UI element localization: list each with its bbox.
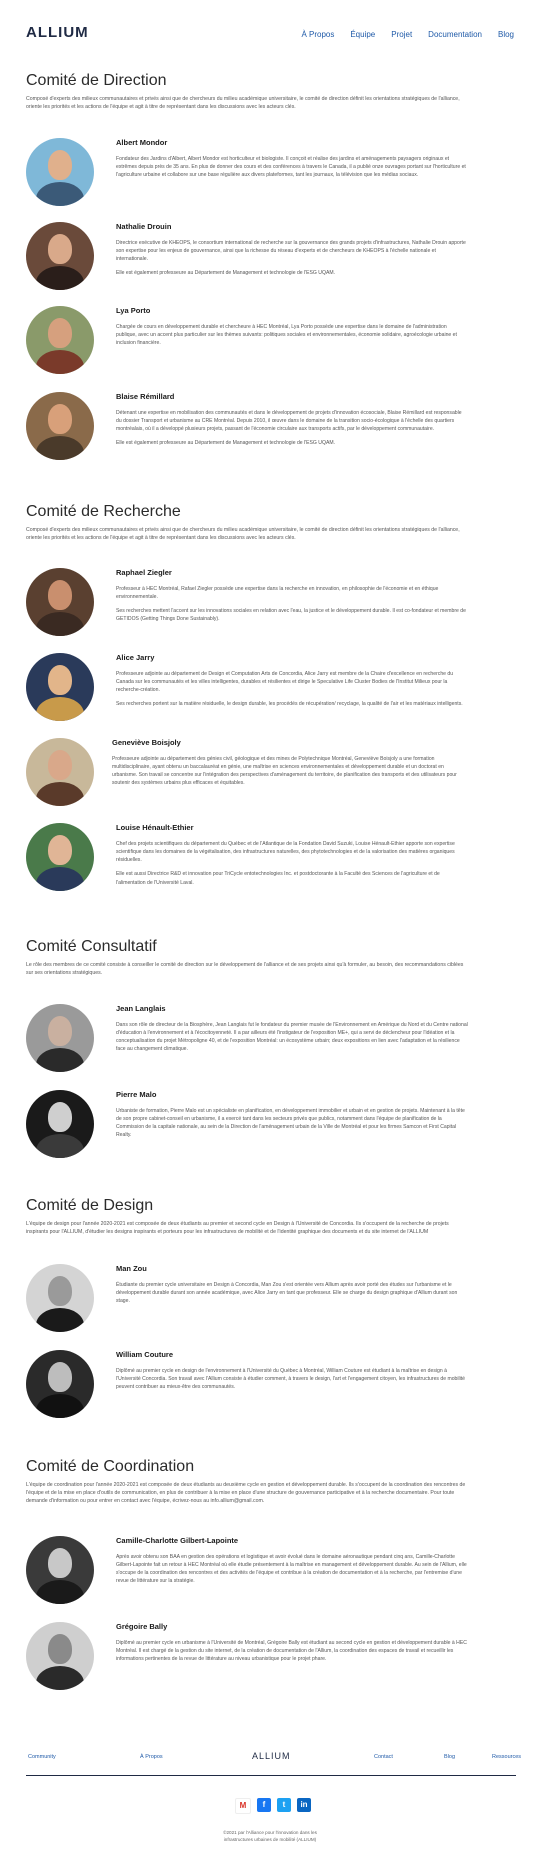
member-name: Grégoire Bally xyxy=(116,1622,168,1631)
member-name: Jean Langlais xyxy=(116,1004,166,1013)
main-nav: À Propos Équipe Projet Documentation Blo… xyxy=(301,30,514,39)
member-bio: Chef des projets scientifiques du départ… xyxy=(116,841,455,864)
linkedin-icon[interactable]: in xyxy=(297,1798,311,1812)
member-bio: Elle est également professeure au Départ… xyxy=(116,270,335,277)
twitter-icon[interactable]: t xyxy=(277,1798,291,1812)
footer-link-community[interactable]: Community xyxy=(28,1754,56,1760)
section-intro: L'équipe de design pour l'année 2020-202… xyxy=(26,1221,449,1236)
section-intro: Le rôle des membres de ce comité consist… xyxy=(26,962,464,977)
section-intro: Composé d'experts des milieux communauta… xyxy=(26,96,460,111)
member-name: Camille-Charlotte Gilbert-Lapointe xyxy=(116,1536,239,1545)
member-bio: Étudiante du premier cycle universitaire… xyxy=(116,1282,458,1305)
nav-a-propos[interactable]: À Propos xyxy=(301,30,334,39)
coordination-section: Comité de Coordination L'équipe de coord… xyxy=(26,1458,466,1505)
member-photo xyxy=(26,138,94,206)
nav-blog[interactable]: Blog xyxy=(498,30,514,39)
member-photo xyxy=(26,1090,94,1158)
consultatif-section: Comité Consultatif Le rôle des membres d… xyxy=(26,938,466,977)
section-title: Comité de Coordination xyxy=(26,1458,195,1475)
member-photo xyxy=(26,392,94,460)
footer-link-ressources[interactable]: Ressources xyxy=(492,1754,521,1760)
footer-link-contact[interactable]: Contact xyxy=(374,1754,393,1760)
section-intro: L'équipe de coordination pour l'année 20… xyxy=(26,1482,466,1505)
member-bio: Chargée de cours en développement durabl… xyxy=(116,324,457,347)
gmail-icon[interactable]: M xyxy=(235,1798,251,1814)
section-title: Comité de Design xyxy=(26,1197,154,1214)
social-links: M f t in xyxy=(235,1798,311,1814)
nav-equipe[interactable]: Équipe xyxy=(350,30,375,39)
member-photo xyxy=(26,1536,94,1604)
member-photo xyxy=(26,1004,94,1072)
member-bio: Professeur à HEC Montréal, Rafael Ziegle… xyxy=(116,586,439,601)
facebook-icon[interactable]: f xyxy=(257,1798,271,1812)
member-name: Man Zou xyxy=(116,1264,147,1273)
member-bio: Diplômé au premier cycle en urbanisme à … xyxy=(116,1640,467,1663)
member-bio: Détenant une expertise en mobilisation d… xyxy=(116,410,462,433)
member-bio: Professeure adjointe au département des … xyxy=(112,756,457,787)
member-bio: Elle est aussi Directrice R&D et innovat… xyxy=(116,871,440,886)
member-name: Pierre Malo xyxy=(116,1090,157,1099)
member-photo xyxy=(26,1350,94,1418)
member-bio: Dans son rôle de directeur de la Biosphè… xyxy=(116,1022,468,1053)
recherche-section: Comité de Recherche Composé d'experts de… xyxy=(26,503,466,542)
site-header: ALLIUM À Propos Équipe Projet Documentat… xyxy=(0,0,540,60)
member-photo xyxy=(26,653,94,721)
member-name: Raphael Ziegler xyxy=(116,568,172,577)
member-bio: Diplômé au premier cycle en design de l'… xyxy=(116,1368,466,1391)
member-bio: Ses recherches portent sur la matière ré… xyxy=(116,701,463,708)
section-intro: Composé d'experts des milieux communauta… xyxy=(26,527,460,542)
member-name: Nathalie Drouin xyxy=(116,222,172,231)
member-photo xyxy=(26,738,94,806)
member-name: Geneviève Boisjoly xyxy=(112,738,181,747)
footer-allium-logo[interactable]: ALLIUM xyxy=(252,1751,291,1761)
section-title: Comité Consultatif xyxy=(26,938,157,955)
section-title: Comité de Recherche xyxy=(26,503,181,520)
member-bio: Elle est également professeure au Départ… xyxy=(116,440,335,447)
member-name: Louise Hénault-Ethier xyxy=(116,823,194,832)
copyright-text: ©2021 par l'Alliance pour l'innovation d… xyxy=(223,1830,317,1843)
member-photo xyxy=(26,568,94,636)
member-photo xyxy=(26,306,94,374)
member-photo xyxy=(26,1264,94,1332)
nav-documentation[interactable]: Documentation xyxy=(428,30,482,39)
member-bio: Fondateur des Jardins d'Albert, Albert M… xyxy=(116,156,466,179)
member-photo xyxy=(26,222,94,290)
member-name: Alice Jarry xyxy=(116,653,155,662)
member-name: Albert Mondor xyxy=(116,138,168,147)
member-name: Blaise Rémillard xyxy=(116,392,175,401)
allium-logo[interactable]: ALLIUM xyxy=(26,24,89,41)
member-bio: Urbaniste de formation, Pierre Malo est … xyxy=(116,1108,465,1139)
member-bio: Directrice exécutive de KHEOPS, le conso… xyxy=(116,240,466,263)
footer-divider xyxy=(26,1775,516,1776)
member-bio: Ses recherches mettent l'accent sur les … xyxy=(116,608,466,623)
member-photo xyxy=(26,1622,94,1690)
member-bio: Professeure adjointe au département de D… xyxy=(116,671,454,694)
direction-section: Comité de Direction Composé d'experts de… xyxy=(26,72,466,111)
footer-link-blog[interactable]: Blog xyxy=(444,1754,455,1760)
design-section: Comité de Design L'équipe de design pour… xyxy=(26,1197,466,1236)
footer-link-a-propos[interactable]: À Propos xyxy=(140,1754,163,1760)
member-bio: Après avoir obtenu son BAA en gestion de… xyxy=(116,1554,467,1585)
section-title: Comité de Direction xyxy=(26,72,167,89)
member-name: Lya Porto xyxy=(116,306,151,315)
nav-projet[interactable]: Projet xyxy=(391,30,412,39)
member-photo xyxy=(26,823,94,891)
member-name: William Couture xyxy=(116,1350,174,1359)
